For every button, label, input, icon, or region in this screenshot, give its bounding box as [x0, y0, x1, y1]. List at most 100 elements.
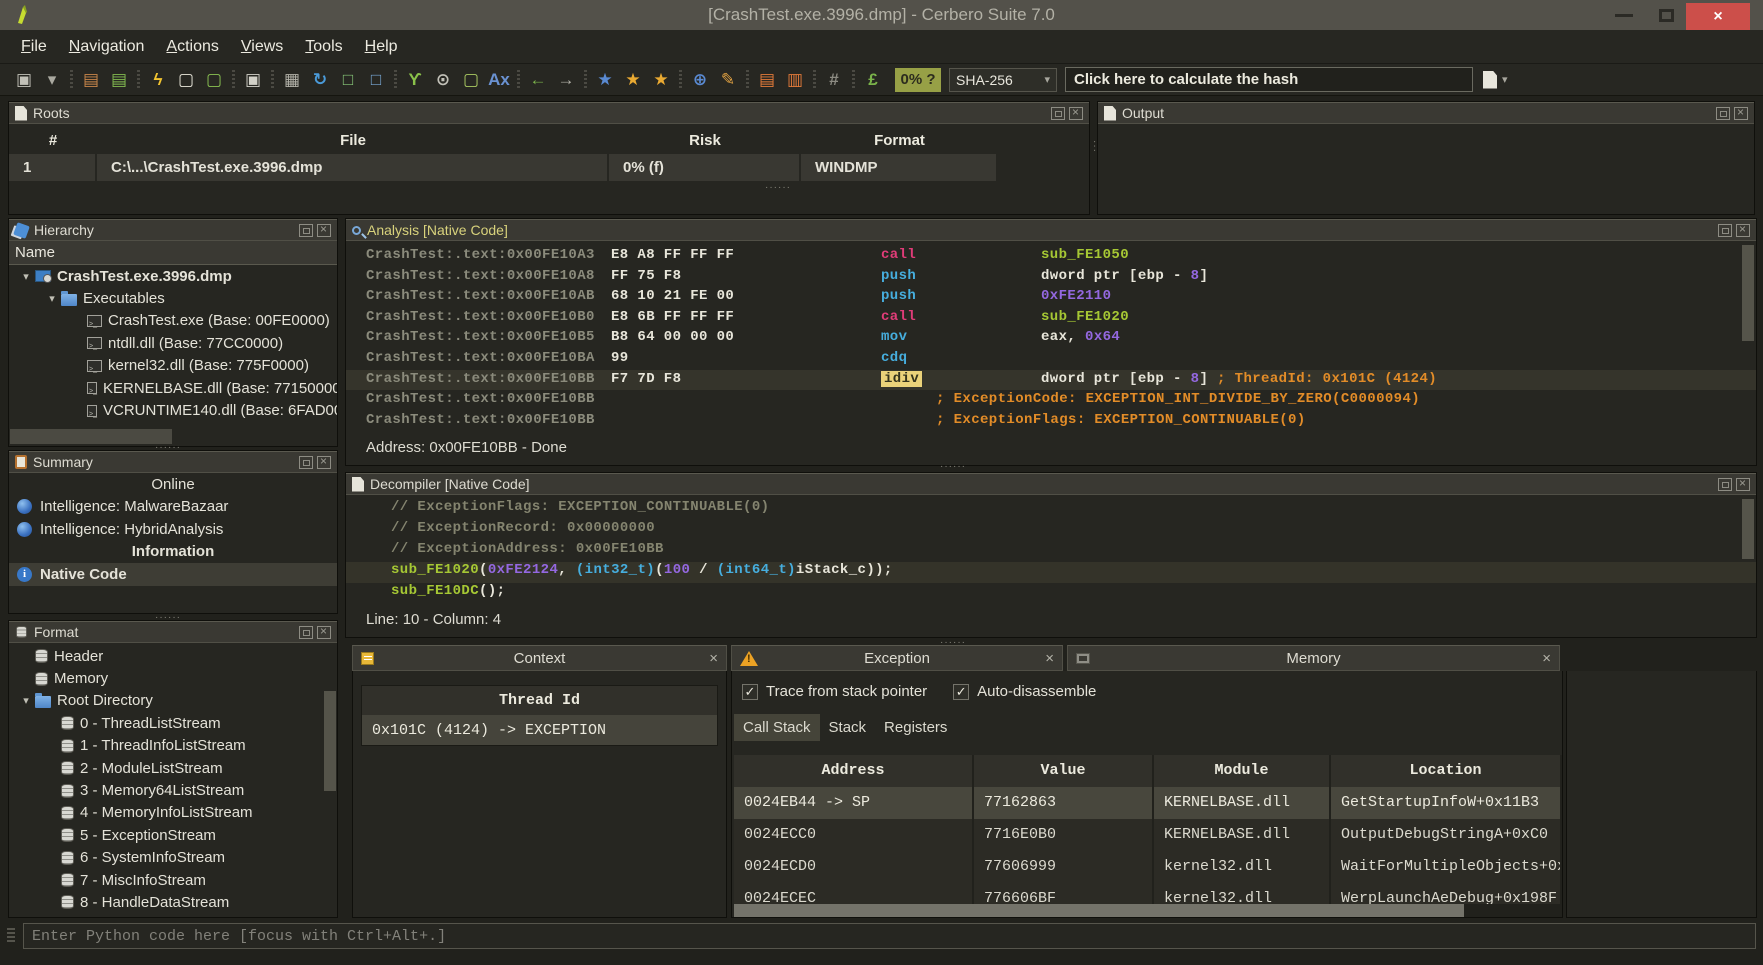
maximize-button[interactable]	[1646, 0, 1686, 30]
format-item[interactable]: 3 - Memory64ListStream	[9, 779, 337, 801]
checkbox-auto-disassemble[interactable]: ✓Auto-disassemble	[953, 683, 1096, 700]
web-report-icon[interactable]: ⊕	[687, 68, 713, 92]
disassembly-row[interactable]: CrashTest:.text:0x00FE10B5B8 64 00 00 00…	[346, 328, 1756, 349]
entropy-icon[interactable]: £	[860, 68, 886, 92]
layout-chart-2-icon[interactable]: ▥	[782, 68, 808, 92]
bookmark-star-icon[interactable]: ★	[620, 68, 646, 92]
decompiler-scrollbar[interactable]	[1742, 499, 1754, 559]
format-item[interactable]: 6 - SystemInfoStream	[9, 847, 337, 869]
splitter-handle[interactable]: ···	[1089, 140, 1100, 153]
close-panel-button[interactable]	[1736, 478, 1750, 491]
text-decode-icon[interactable]: Ax	[486, 68, 512, 92]
pin-icon[interactable]: ×	[1542, 651, 1551, 666]
float-panel-button[interactable]	[299, 224, 313, 237]
selection-green-icon[interactable]: □	[335, 68, 361, 92]
close-panel-button[interactable]	[317, 456, 331, 469]
roots-table-row[interactable]: 1C:\...\CrashTest.exe.3996.dmp0% (f)WIND…	[9, 154, 1089, 181]
format-item[interactable]: 5 - ExceptionStream	[9, 824, 337, 846]
format-item[interactable]: 4 - MemoryInfoListStream	[9, 802, 337, 824]
close-panel-button[interactable]	[317, 224, 331, 237]
hash-count-icon[interactable]: #	[821, 68, 847, 92]
column-header[interactable]: Address	[734, 755, 974, 787]
disassembly-row[interactable]: CrashTest:.text:0x00FE10A8FF 75 F8pushdw…	[346, 267, 1756, 288]
export-hash-icon[interactable]	[1483, 71, 1497, 89]
chevron-down-icon[interactable]: ▾	[43, 292, 61, 305]
format-item[interactable]: 1 - ThreadInfoListStream	[9, 735, 337, 757]
format-item[interactable]: Header	[9, 645, 337, 667]
disassembly-row[interactable]: CrashTest:.text:0x00FE10A3E8 A8 FF FF FF…	[346, 246, 1756, 267]
copy-pages-icon[interactable]: ▣	[240, 68, 266, 92]
column-header[interactable]: #	[9, 132, 97, 149]
bookmark-add-star-icon[interactable]: ★	[648, 68, 674, 92]
file-lightning-icon[interactable]: ▢	[173, 68, 199, 92]
float-panel-button[interactable]	[1716, 107, 1730, 120]
save-dropdown-icon[interactable]: ▾	[39, 68, 65, 92]
checkbox-icon[interactable]: ✓	[953, 684, 969, 700]
close-button[interactable]: ×	[1686, 3, 1750, 30]
menu-item-file[interactable]: File	[10, 34, 58, 60]
column-header[interactable]: File	[97, 132, 609, 149]
pin-icon[interactable]: ×	[1045, 651, 1054, 666]
checkbox-icon[interactable]: ✓	[742, 684, 758, 700]
hierarchy-item[interactable]: CrashTest.exe (Base: 00FE0000)	[9, 310, 337, 332]
disassembly-row[interactable]: CrashTest:.text:0x00FE10BB; ExceptionFla…	[346, 411, 1756, 432]
decompiler-line[interactable]: // ExceptionAddress: 0x00FE10BB	[346, 541, 1756, 562]
hierarchy-item[interactable]: VCRUNTIME140.dll (Base: 6FAD0000)	[9, 399, 337, 421]
thread-row[interactable]: 0x101C (4124) -> EXCEPTION	[362, 715, 717, 745]
callstack-row[interactable]: 0024ECC07716E0B0KERNELBASE.dllOutputDebu…	[734, 819, 1562, 851]
close-panel-button[interactable]	[1069, 107, 1083, 120]
callstack-row[interactable]: 0024EB44 -> SP77162863KERNELBASE.dllGetS…	[734, 787, 1562, 819]
disassembly-row[interactable]: CrashTest:.text:0x00FE10B0E8 6B FF FF FF…	[346, 308, 1756, 329]
paste-add-icon[interactable]: ▤	[106, 68, 132, 92]
tab-stack[interactable]: Stack	[820, 714, 876, 741]
callstack-horizontal-scrollbar[interactable]	[734, 904, 1562, 917]
menu-item-help[interactable]: Help	[354, 34, 409, 60]
edit-notes-icon[interactable]: ✎	[715, 68, 741, 92]
decompiler-line[interactable]: // ExceptionFlags: EXCEPTION_CONTINUABLE…	[346, 499, 1756, 520]
hash-input[interactable]	[1065, 67, 1473, 92]
hierarchy-item[interactable]: KERNELBASE.dll (Base: 77150000)	[9, 377, 337, 399]
selection-blue-icon[interactable]: □	[363, 68, 389, 92]
menu-item-navigation[interactable]: Navigation	[58, 34, 156, 60]
bookmark-blue-star-icon[interactable]: ★	[592, 68, 618, 92]
back-arrow-icon[interactable]: ←	[525, 68, 551, 92]
close-panel-button[interactable]	[1734, 107, 1748, 120]
decompiler-line[interactable]: sub_FE10DC();	[346, 583, 1756, 604]
hierarchy-item[interactable]: ▾Executables	[9, 287, 337, 309]
callstack-row[interactable]: 0024ECD077606999kernel32.dllWaitForMulti…	[734, 851, 1562, 883]
column-header[interactable]: Location	[1331, 755, 1562, 787]
summary-row[interactable]: iNative Code	[9, 563, 337, 586]
doc-user-icon[interactable]: ▢	[458, 68, 484, 92]
decompiler-line[interactable]: sub_FE1020(0xFE2124, (int32_t)(100 / (in…	[346, 562, 1756, 583]
disassembly-row[interactable]: CrashTest:.text:0x00FE10BB; ExceptionCod…	[346, 390, 1756, 411]
close-panel-button[interactable]	[1736, 224, 1750, 237]
format-item[interactable]: 0 - ThreadListStream	[9, 712, 337, 734]
hierarchy-item[interactable]: ntdll.dll (Base: 77CC0000)	[9, 332, 337, 354]
paste-icon[interactable]: ▤	[78, 68, 104, 92]
format-item[interactable]: ▾Root Directory	[9, 690, 337, 712]
tab-registers[interactable]: Registers	[875, 714, 956, 741]
thread-id-column-header[interactable]: Thread Id	[362, 686, 717, 715]
menu-item-actions[interactable]: Actions	[155, 34, 229, 60]
minimize-button[interactable]	[1602, 0, 1646, 30]
disassembly-row[interactable]: CrashTest:.text:0x00FE10BBF7 7D F8idivdw…	[346, 370, 1756, 391]
hierarchy-item[interactable]: ▾CrashTest.exe.3996.dmp	[9, 265, 337, 287]
float-panel-button[interactable]	[1718, 478, 1732, 491]
chevron-down-icon[interactable]: ▾	[1502, 73, 1508, 86]
splitter-handle[interactable]: ······	[940, 461, 966, 472]
save-session-icon[interactable]: ▦	[279, 68, 305, 92]
hierarchy-column-header[interactable]: Name	[9, 241, 337, 265]
menu-item-views[interactable]: Views	[230, 34, 294, 60]
file-add-icon[interactable]: ▢	[201, 68, 227, 92]
layout-chart-1-icon[interactable]: ▤	[754, 68, 780, 92]
format-scrollbar[interactable]	[324, 691, 336, 791]
column-header[interactable]: Value	[974, 755, 1154, 787]
float-panel-button[interactable]	[1051, 107, 1065, 120]
format-item[interactable]: Memory	[9, 667, 337, 689]
float-panel-button[interactable]	[299, 456, 313, 469]
disassembly-row[interactable]: CrashTest:.text:0x00FE10AB68 10 21 FE 00…	[346, 287, 1756, 308]
sync-icon[interactable]: ↻	[307, 68, 333, 92]
column-header[interactable]: Format	[801, 132, 998, 149]
reanalyze-lightning-icon[interactable]: ϟ	[145, 68, 171, 92]
summary-row[interactable]: Intelligence: HybridAnalysis	[9, 518, 337, 541]
